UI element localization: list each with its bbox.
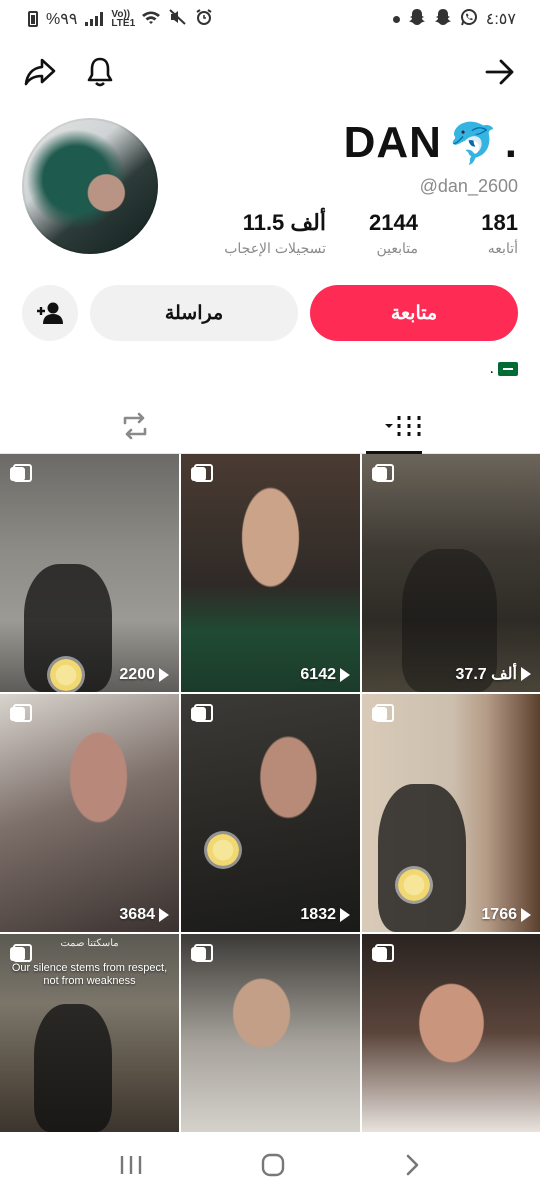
- saudi-flag-icon: [498, 362, 518, 376]
- stat-followers[interactable]: 2144 متابعين: [369, 210, 418, 257]
- share-icon: [24, 58, 56, 86]
- multi-photo-icon: [372, 704, 394, 722]
- mute-icon: [169, 8, 187, 30]
- content-tabs: [0, 398, 540, 454]
- view-count: 1766: [481, 906, 531, 924]
- share-button[interactable]: [20, 52, 60, 92]
- snapchat-icon: [434, 8, 452, 31]
- clock-time: ٤:٥٧: [485, 11, 516, 28]
- notification-dot-icon: [392, 15, 400, 23]
- stat-value: 181: [481, 210, 518, 235]
- view-count: 1832: [300, 906, 350, 924]
- battery-percent: %٩٩: [46, 11, 78, 28]
- signal-icon: [85, 12, 104, 26]
- stat-likes[interactable]: 11.5 ألف تسجيلات الإعجاب: [224, 210, 326, 257]
- view-count-text: 2200: [119, 666, 155, 683]
- grid-item[interactable]: [362, 934, 540, 1132]
- grid-item[interactable]: 1832: [181, 694, 360, 932]
- system-nav-bar: [0, 1134, 540, 1200]
- top-nav: [0, 48, 540, 96]
- status-right: ٤:٥٧: [392, 8, 516, 31]
- bell-icon: [87, 57, 113, 87]
- back-nav-button[interactable]: [402, 1153, 422, 1182]
- status-left: %٩٩ Vo)) LTE1: [28, 8, 213, 31]
- view-count-text: 37.7 ألف: [455, 666, 517, 683]
- stat-label: متابعين: [376, 240, 418, 256]
- multi-photo-icon: [191, 704, 213, 722]
- multi-photo-icon: [191, 464, 213, 482]
- grid-item[interactable]: [181, 934, 360, 1132]
- multi-photo-icon: [10, 944, 32, 962]
- play-icon: [340, 668, 350, 682]
- network-label: Vo)) LTE1: [111, 9, 136, 29]
- add-user-icon: [37, 302, 63, 324]
- alarm-icon: [195, 8, 213, 31]
- recent-apps-icon: [120, 1155, 142, 1174]
- battery-icon: [28, 11, 38, 27]
- grid-item[interactable]: 2200: [0, 454, 179, 692]
- follow-button[interactable]: متابعة: [310, 285, 518, 341]
- grid-item[interactable]: 1766: [362, 694, 540, 932]
- recent-apps-button[interactable]: [118, 1153, 144, 1182]
- whatsapp-icon: [460, 8, 478, 31]
- multi-photo-icon: [191, 944, 213, 962]
- stat-label: تسجيلات الإعجاب: [224, 240, 326, 256]
- avatar[interactable]: [22, 118, 158, 254]
- grid-item[interactable]: 37.7 ألف: [362, 454, 540, 692]
- chevron-right-icon: [406, 1154, 419, 1175]
- view-count-text: 1832: [300, 906, 336, 923]
- stats-row: 181 أتابعه 2144 متابعين 11.5 ألف تسجيلات…: [208, 210, 518, 260]
- play-icon: [340, 908, 350, 922]
- back-button[interactable]: [480, 52, 520, 92]
- status-bar: %٩٩ Vo)) LTE1 ٤:٥٧: [0, 0, 540, 38]
- play-icon: [159, 668, 169, 682]
- bio-text: .: [489, 360, 494, 377]
- view-count: 3684: [119, 906, 169, 924]
- play-icon: [159, 908, 169, 922]
- video-grid: 2200 6142 37.7 ألف 3684 1832 1766 ماسكتن…: [0, 454, 540, 1134]
- grid-item[interactable]: ماسكتنا صمت Our silence stems from respe…: [0, 934, 179, 1132]
- view-count-text: 6142: [300, 666, 336, 683]
- stat-value: 11.5 ألف: [242, 210, 326, 235]
- multi-photo-icon: [372, 464, 394, 482]
- stat-following[interactable]: 181 أتابعه: [481, 210, 518, 257]
- stat-label: أتابعه: [487, 240, 518, 256]
- stat-value: 2144: [369, 210, 418, 235]
- multi-photo-icon: [372, 944, 394, 962]
- grid-item[interactable]: 3684: [0, 694, 179, 932]
- home-icon: [261, 1153, 285, 1176]
- add-friend-button[interactable]: [22, 285, 78, 341]
- view-count-text: 1766: [481, 906, 517, 923]
- username: @dan_2600: [419, 176, 518, 196]
- grid-item[interactable]: 6142: [181, 454, 360, 692]
- display-name-text: DAN: [343, 118, 442, 167]
- notifications-button[interactable]: [80, 52, 120, 92]
- display-name: DAN 🐬 .: [344, 118, 518, 168]
- post-caption: Our silence stems from respect, not from…: [11, 962, 168, 987]
- play-icon: [521, 667, 531, 681]
- snapchat-icon: [408, 8, 426, 31]
- home-button[interactable]: [260, 1152, 286, 1183]
- grid-icon: [385, 416, 421, 436]
- dolphin-emoji-icon: 🐬: [447, 121, 499, 166]
- display-name-suffix: .: [504, 118, 518, 167]
- message-button[interactable]: مراسلة: [90, 285, 298, 341]
- tab-videos[interactable]: [270, 398, 540, 454]
- view-count-text: 3684: [119, 906, 155, 923]
- play-icon: [521, 908, 531, 922]
- tab-reposts[interactable]: [0, 398, 270, 454]
- view-count: 37.7 ألف: [456, 664, 531, 684]
- repost-icon: [123, 412, 147, 440]
- wifi-icon: [141, 10, 161, 29]
- view-count: 2200: [119, 666, 169, 684]
- multi-photo-icon: [10, 464, 32, 482]
- multi-photo-icon: [10, 704, 32, 722]
- arrow-right-icon: [485, 59, 514, 85]
- bio: .: [490, 360, 518, 378]
- view-count: 6142: [300, 666, 350, 684]
